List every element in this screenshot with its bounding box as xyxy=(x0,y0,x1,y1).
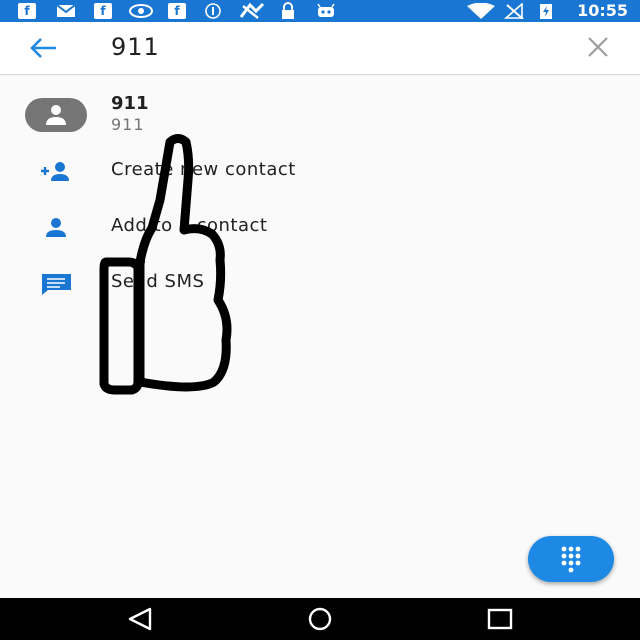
person-avatar-icon xyxy=(46,105,66,125)
facebook-icon: f xyxy=(18,3,36,19)
contact-avatar xyxy=(25,98,87,132)
action-send-sms-label: Send SMS xyxy=(111,271,205,292)
recents-square-icon[interactable] xyxy=(480,606,520,632)
contact-number: 911 xyxy=(111,115,145,134)
battery-charging-icon xyxy=(540,4,552,19)
wifi-icon xyxy=(467,3,495,19)
nvidia-icon xyxy=(129,4,153,18)
action-add-to-contact-label: Add to a contact xyxy=(111,215,268,236)
dialpad-fab[interactable] xyxy=(528,536,614,582)
facebook-icon: f xyxy=(168,3,186,19)
android-icon xyxy=(317,3,335,17)
action-send-sms[interactable] xyxy=(0,262,640,306)
back-triangle-icon[interactable] xyxy=(120,606,160,632)
status-clock: 10:55 xyxy=(577,1,628,20)
person-icon xyxy=(46,218,66,237)
mail-icon xyxy=(56,4,76,17)
message-icon xyxy=(41,274,71,295)
facebook-icon: f xyxy=(94,3,112,19)
action-add-to-contact[interactable] xyxy=(0,206,640,250)
contact-result-row[interactable] xyxy=(0,80,640,146)
status-bar: f f f 10:55 xyxy=(0,0,640,22)
search-header: 911 xyxy=(0,22,640,75)
action-create-contact-label: Create new contact xyxy=(111,159,296,180)
close-icon[interactable] xyxy=(586,35,610,59)
arrow-left-icon[interactable] xyxy=(28,34,60,62)
search-input[interactable]: 911 xyxy=(111,32,160,62)
home-circle-icon[interactable] xyxy=(300,606,340,632)
navigation-bar xyxy=(0,598,640,640)
dialpad-icon xyxy=(561,546,581,573)
action-create-contact[interactable] xyxy=(0,150,640,194)
circle-info-icon xyxy=(205,3,221,19)
sync-icon xyxy=(239,2,265,19)
person-add-icon xyxy=(41,162,69,181)
contact-name: 911 xyxy=(111,93,149,114)
no-signal-icon xyxy=(504,3,524,19)
lock-icon xyxy=(282,2,294,19)
